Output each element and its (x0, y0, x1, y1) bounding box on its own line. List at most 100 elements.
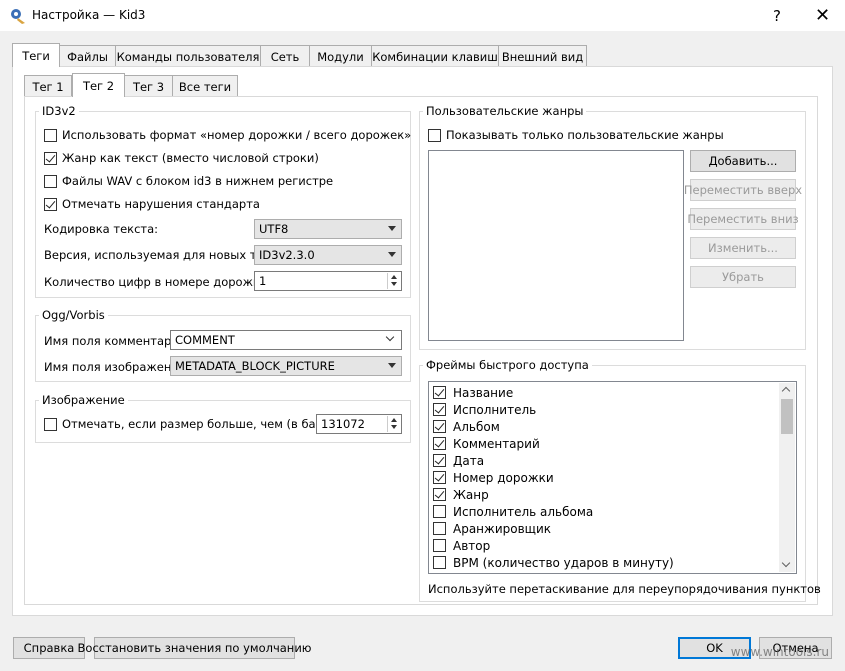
move-up-button[interactable]: Переместить вверх (684, 179, 802, 201)
frame-label: Номер дорожки (453, 470, 554, 485)
remove-genre-button[interactable]: Убрать (690, 266, 796, 288)
frame-label: Исполнитель альбома (453, 504, 594, 519)
arrow-up-icon[interactable] (391, 418, 397, 422)
list-item[interactable]: Исполнитель альбома (433, 503, 593, 520)
checkbox-track-format[interactable] (44, 129, 57, 142)
list-item[interactable]: Исполнитель (433, 401, 536, 418)
list-item[interactable]: BPM (количество ударов в минуту) (433, 554, 674, 571)
label-text-encoding: Кодировка текста: (44, 222, 159, 236)
frame-label: BPM (количество ударов в минуту) (453, 555, 674, 570)
frame-checkbox[interactable] (433, 556, 446, 569)
list-item[interactable]: Дата (433, 452, 484, 469)
tab-appearance[interactable]: Внешний вид (498, 45, 587, 67)
spin-track-digits[interactable]: 1 (254, 271, 402, 291)
label-genre-as-text: Жанр как текст (вместо числовой строки) (62, 151, 319, 165)
frame-checkbox[interactable] (433, 386, 446, 399)
tab-files[interactable]: Файлы (59, 45, 116, 67)
frame-checkbox[interactable] (433, 488, 446, 501)
help-button[interactable]: Справка (13, 637, 85, 659)
restore-defaults-button[interactable]: Восстановить значения по умолчанию (78, 637, 311, 659)
arrow-down-icon[interactable] (391, 425, 397, 429)
frame-label: Альбом (453, 419, 500, 434)
tab-shortcuts[interactable]: Комбинации клавиш (371, 45, 499, 67)
checkbox-wav-lowercase[interactable] (44, 175, 57, 188)
scroll-thumb[interactable] (781, 399, 793, 434)
subtab-tag2[interactable]: Тег 2 (72, 73, 125, 97)
tab-network[interactable]: Сеть (260, 45, 310, 67)
list-item[interactable]: Название (433, 384, 513, 401)
select-text-encoding[interactable]: UTF8 (254, 219, 402, 239)
image-size-value: 131072 (321, 417, 365, 431)
chevron-down-icon (388, 226, 396, 231)
chevron-down-icon[interactable] (387, 334, 395, 342)
window-title: Настройка — Kid3 (32, 8, 146, 22)
frame-checkbox[interactable] (433, 471, 446, 484)
list-item[interactable]: Автор (433, 537, 490, 554)
frame-label: Аранжировщик (453, 521, 552, 536)
ogg-title: Ogg/Vorbis (39, 308, 108, 322)
list-item[interactable]: Жанр (433, 486, 489, 503)
checkbox-only-custom-genres[interactable] (428, 129, 441, 142)
frame-checkbox[interactable] (433, 403, 446, 416)
label-tag-version: Версия, используемая для новых тегов: (44, 248, 288, 262)
tag-version-value: ID3v2.3.0 (259, 248, 315, 262)
subtab-all-tags[interactable]: Все теги (172, 75, 238, 97)
select-picture-field[interactable]: METADATA_BLOCK_PICTURE (170, 356, 402, 376)
spin-buttons[interactable] (387, 416, 400, 432)
tab-plugins[interactable]: Модули (309, 45, 372, 67)
frame-checkbox[interactable] (433, 454, 446, 467)
checkbox-mark-violations[interactable] (44, 198, 57, 211)
tab-tags[interactable]: Теги (12, 43, 60, 67)
picture-field-value: METADATA_BLOCK_PICTURE (175, 359, 335, 373)
spin-buttons[interactable] (387, 273, 400, 289)
subtab-tag1[interactable]: Тег 1 (24, 75, 72, 97)
track-digits-value: 1 (259, 274, 267, 288)
subtab-tag3[interactable]: Тег 3 (124, 75, 173, 97)
vertical-scrollbar[interactable] (779, 383, 795, 572)
label-only-custom-genres: Показывать только пользовательские жанры (446, 128, 724, 142)
scroll-up-icon[interactable] (781, 386, 791, 396)
close-icon[interactable]: ✕ (800, 0, 845, 31)
image-title: Изображение (39, 393, 128, 407)
tab-user-commands[interactable]: Команды пользователя (115, 45, 261, 67)
list-item[interactable]: Комментарий (433, 435, 540, 452)
id3v2-title: ID3v2 (39, 104, 79, 118)
frame-label: Автор (453, 538, 491, 553)
select-tag-version[interactable]: ID3v2.3.0 (254, 245, 402, 265)
genres-list[interactable] (428, 150, 684, 341)
arrow-up-icon[interactable] (391, 275, 397, 279)
app-icon (11, 9, 25, 24)
label-mark-large-images: Отмечать, если размер больше, чем (в бай… (62, 417, 352, 431)
edit-genre-button[interactable]: Изменить... (690, 237, 796, 259)
frame-label: Жанр (453, 487, 489, 502)
list-item[interactable]: Номер дорожки (433, 469, 554, 486)
frame-checkbox[interactable] (433, 437, 446, 450)
list-item[interactable]: Аранжировщик (433, 520, 551, 537)
frame-label: Название (453, 385, 514, 400)
add-genre-button[interactable]: Добавить... (690, 150, 796, 172)
label-mark-violations: Отмечать нарушения стандарта (62, 197, 260, 211)
frame-checkbox[interactable] (433, 505, 446, 518)
list-item[interactable]: Альбом (433, 418, 500, 435)
quick-frames-list[interactable]: Название Исполнитель Альбом Комментарий … (428, 381, 797, 574)
frame-label: Дата (453, 453, 485, 468)
move-down-button[interactable]: Переместить вниз (687, 208, 799, 230)
arrow-down-icon[interactable] (391, 282, 397, 286)
text-encoding-value: UTF8 (259, 222, 289, 236)
spin-image-size[interactable]: 131072 (316, 414, 402, 434)
scroll-down-icon[interactable] (781, 558, 791, 568)
checkbox-genre-as-text[interactable] (44, 152, 57, 165)
frame-checkbox[interactable] (433, 522, 446, 535)
frame-checkbox[interactable] (433, 420, 446, 433)
frame-label: Комментарий (453, 436, 540, 451)
combo-comment-field[interactable]: COMMENT (170, 330, 402, 350)
help-icon[interactable]: ? (760, 0, 794, 31)
watermark: www.wintools.ru (730, 645, 829, 659)
checkbox-mark-large-images[interactable] (44, 418, 57, 431)
quick-frames-title: Фреймы быстрого доступа (423, 358, 592, 372)
frame-checkbox[interactable] (433, 539, 446, 552)
reorder-hint: Используйте перетаскивание для переупоря… (428, 582, 821, 596)
frame-label: Исполнитель (453, 402, 537, 417)
comment-field-value: COMMENT (175, 333, 235, 347)
chevron-down-icon (388, 363, 396, 368)
